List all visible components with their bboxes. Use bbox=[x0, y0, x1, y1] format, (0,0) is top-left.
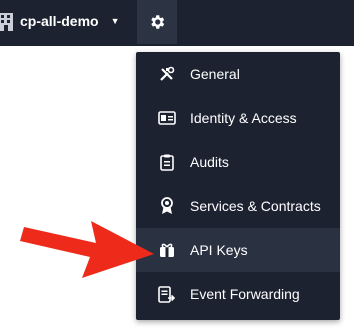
gear-icon bbox=[151, 15, 165, 29]
menu-item-label: General bbox=[190, 66, 240, 82]
menu-item-label: Identity & Access bbox=[190, 110, 297, 126]
menu-item-general[interactable]: General bbox=[136, 52, 340, 96]
top-navigation-bar: cp-all-demo ▼ bbox=[0, 0, 354, 46]
org-name: cp-all-demo bbox=[20, 13, 99, 29]
building-icon bbox=[0, 13, 13, 31]
menu-item-label: Services & Contracts bbox=[190, 198, 321, 214]
clipboard-icon bbox=[158, 153, 176, 171]
menu-item-audits[interactable]: Audits bbox=[136, 140, 340, 184]
menu-item-label: API Keys bbox=[190, 242, 248, 258]
id-card-icon bbox=[158, 109, 176, 127]
menu-item-label: Audits bbox=[190, 154, 229, 170]
annotation-arrow bbox=[20, 221, 154, 278]
caret-down-icon: ▼ bbox=[110, 16, 120, 26]
menu-item-identity-access[interactable]: Identity & Access bbox=[136, 96, 340, 140]
menu-item-label: Event Forwarding bbox=[190, 286, 300, 302]
org-switcher[interactable]: cp-all-demo ▼ bbox=[0, 8, 120, 34]
tools-icon bbox=[158, 65, 176, 83]
settings-button[interactable] bbox=[137, 0, 177, 44]
event-forward-icon bbox=[158, 285, 176, 303]
